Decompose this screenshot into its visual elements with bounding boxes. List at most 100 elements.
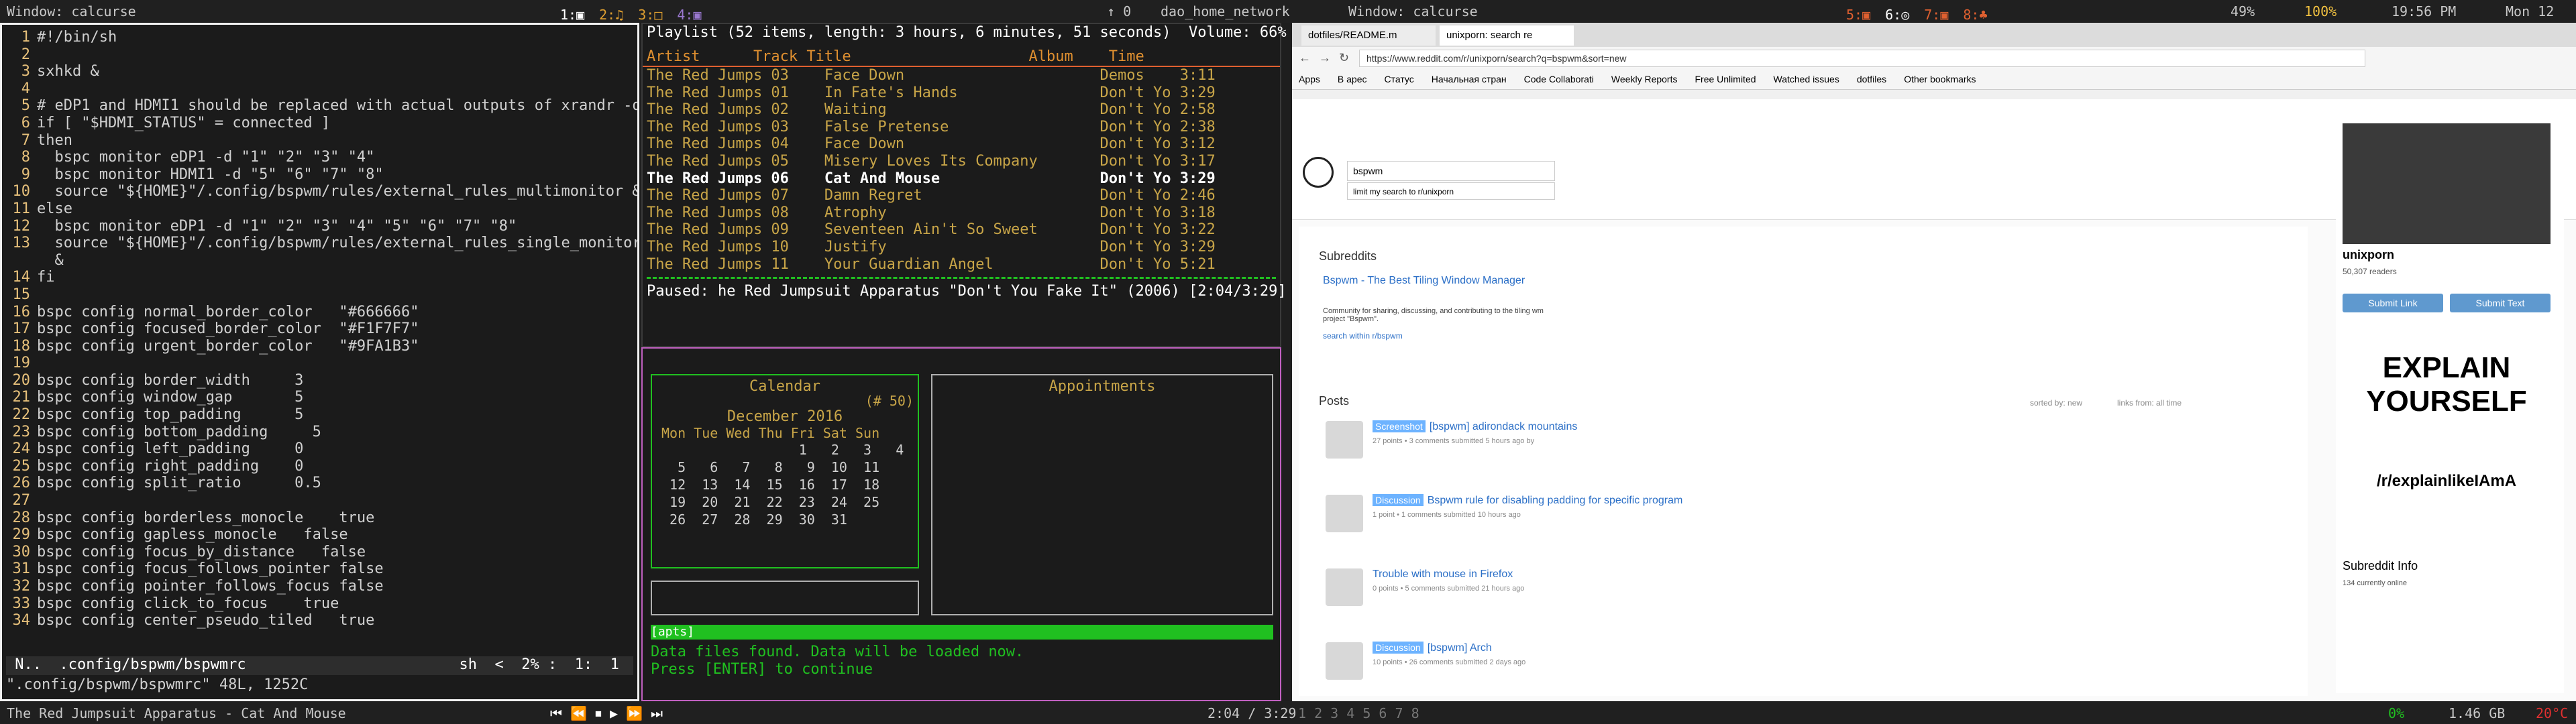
calendar-grid[interactable]: 1 2 3 4 5 6 7 8 9 10 11 12 13 14 15 16 1… [652,441,918,528]
post-thumbnail[interactable] [1326,568,1363,606]
playlist-item[interactable]: The Red Jumps 11 Your Guardian Angel Don… [647,256,1280,274]
vim-line[interactable]: 16 bspc config normal_border_color "#6666… [2,304,637,321]
vim-line[interactable]: 29 bspc config gapless_monocle false [2,526,637,544]
ws-1[interactable]: 1:▣ [560,7,584,23]
playlist-item[interactable]: The Red Jumps 07 Damn Regret Don't Yo 2:… [647,187,1280,204]
post-title-link[interactable]: [bspwm] adirondack mountains [1430,421,1578,432]
bookmarks-bar[interactable]: Apps В арес Статус Начальная стран Code Coll… [1292,70,2576,90]
post-thumbnail[interactable] [1326,421,1363,459]
vim-line[interactable]: 14 fi [2,269,637,286]
vim-line[interactable]: 28 bspc config borderless_monocle true [2,509,637,527]
workspaces[interactable]: 1:▣ 2:♫ 3:□ 4:▣ [560,3,716,23]
vim-line[interactable]: 17 bspc config focused_border_color "#F1F… [2,320,637,338]
vim-line[interactable]: 31 bspc config focus_follows_pointer fals… [2,560,637,578]
vim-line[interactable]: 22 bspc config top_padding 5 [2,406,637,424]
appointments-panel[interactable]: Appointments [931,374,1273,615]
playlist-rows[interactable]: The Red Jumps 03 Face Down Demos 3:11 The… [643,67,1280,273]
vim-line[interactable]: 32 bspc config pointer_follows_focus fals… [2,578,637,595]
playlist-item[interactable]: The Red Jumps 08 Atrophy Don't Yo 3:18 [647,204,1280,222]
submit-link-button[interactable]: Submit Link [2343,294,2443,312]
vim-line[interactable]: 24 bspc config left_padding 0 [2,440,637,458]
playlist-item[interactable]: The Red Jumps 03 False Pretense Don't Yo… [647,119,1280,136]
playlist-item[interactable]: The Red Jumps 01 In Fate's Hands Don't Y… [647,84,1280,102]
bookmark-item[interactable]: Other bookmarks [1904,74,1976,84]
todo-panel[interactable] [651,581,919,615]
calendar-week[interactable]: 12 13 14 15 16 17 18 [661,476,918,493]
sort-selector[interactable]: sorted by: new [2030,398,2082,408]
vim-buffer[interactable]: 1 #!/bin/sh 2 3 sxhkd & 4 5 # eDP1 and HDMI1 sh… [2,29,638,629]
wifi-name[interactable]: dao_home_network [1161,3,1290,19]
vim-line[interactable]: 5 # eDP1 and HDMI1 should be replaced wit… [2,97,637,115]
vim-line[interactable]: 34 bspc config center_pseudo_tiled true [2,612,637,629]
ws-2[interactable]: 2:♫ [599,7,623,23]
media-controls[interactable]: ⏮ ⏪ ⏹ ▶ ⏩ ⏭ [550,705,663,721]
calendar-week[interactable]: 5 6 7 8 9 10 11 [661,459,918,476]
vim-line[interactable]: 20 bspc config border_width 3 [2,372,637,389]
ncmpcpp-playlist[interactable]: Playlist (52 items, length: 3 hours, 6 m… [641,23,1287,347]
workspaces-right[interactable]: 5:▣ 6:◎ 7:▣ 8:♣ [1846,3,2002,23]
reload-icon[interactable]: ↻ [1339,51,1349,65]
limit-search-checkbox[interactable]: limit my search to r/unixporn [1347,182,1555,200]
progress-bar[interactable] [647,277,1276,280]
calendar-panel[interactable]: Calendar (# 50) December 2016 Mon Tue We… [651,374,919,568]
calendar-week[interactable]: 19 20 21 22 23 24 25 [661,493,918,511]
vim-line[interactable]: 1 #!/bin/sh [2,29,637,46]
search-input[interactable]: bspwm [1347,161,1555,181]
calendar-week[interactable]: 26 27 28 29 30 31 [661,511,918,528]
post-thumbnail[interactable] [1326,642,1363,680]
vim-line[interactable]: 21 bspc config window_gap 5 [2,389,637,406]
sr-search-link[interactable]: search within r/bspwm [1323,331,1403,341]
vim-line[interactable]: 8 bspc monitor eDP1 -d "1" "2" "3" "4" [2,149,637,166]
vim-window[interactable]: 1 #!/bin/sh 2 3 sxhkd & 4 5 # eDP1 and HDMI1 sh… [0,23,639,701]
vim-line[interactable]: 18 bspc config urgent_border_color "#9FA1… [2,338,637,355]
ws-5[interactable]: 5:▣ [1846,7,1870,23]
ws-4[interactable]: 4:▣ [677,7,701,23]
bookmark-item[interactable]: Watched issues [1774,74,1839,84]
ws-8[interactable]: 8:♣ [1963,7,1987,23]
sr-title-link[interactable]: Bspwm - The Best Tiling Window Manager [1323,275,1525,287]
tab-unixporn[interactable]: unixporn: search re [1440,25,1574,46]
vim-line[interactable]: 26 bspc config split_ratio 0.5 [2,475,637,492]
calendar-week[interactable]: 1 2 3 4 [661,441,918,459]
vim-line[interactable]: 25 bspc config right_padding 0 [2,458,637,475]
bookmark-item[interactable]: В арес [1338,74,1367,84]
vim-cmdline[interactable]: ".config/bspwm/bspwmrc" 48L, 1252C [6,676,308,694]
back-icon[interactable]: ← [1299,51,1311,65]
vim-line[interactable]: 7 then [2,132,637,149]
vim-line[interactable]: 4 [2,80,637,98]
vim-line[interactable]: 3 sxhkd & [2,63,637,80]
bookmark-item[interactable]: Apps [1299,74,1320,84]
playlist-item[interactable]: The Red Jumps 04 Face Down Don't Yo 3:12 [647,135,1280,153]
vim-line[interactable]: 27 [2,492,637,509]
vim-line[interactable]: 30 bspc config focus_by_distance false [2,544,637,561]
time-filter[interactable]: links from: all time [2117,398,2182,408]
vim-line[interactable]: 33 bspc config click_to_focus true [2,595,637,613]
vim-line[interactable]: 19 [2,355,637,372]
explain-ad[interactable]: EXPLAIN YOURSELF /r/explainlikeIAmA [2343,324,2551,526]
playlist-item[interactable]: The Red Jumps 06 Cat And Mouse Don't Yo … [647,170,1280,188]
vim-line[interactable]: & [2,252,637,269]
playlist-item[interactable]: The Red Jumps 10 Justify Don't Yo 3:29 [647,239,1280,256]
playlist-item[interactable]: The Red Jumps 09 Seventeen Ain't So Swee… [647,221,1280,239]
bookmark-item[interactable]: dotfiles [1857,74,1886,84]
chrome-window[interactable]: dotfiles/README.m unixporn: search re ← … [1292,23,2576,701]
ws-7[interactable]: 7:▣ [1924,7,1948,23]
ws-3[interactable]: 3:□ [638,7,662,23]
desktop-list[interactable]: 1 2 3 4 5 6 7 8 [1298,705,1419,721]
bookmark-item[interactable]: Weekly Reports [1611,74,1678,84]
reddit-logo-icon[interactable] [1303,157,1334,188]
post-title-link[interactable]: Bspwm rule for disabling padding for spe… [1428,495,1683,506]
bookmark-item[interactable]: Free Unlimited [1695,74,1756,84]
vim-line[interactable]: 11 else [2,200,637,218]
bookmark-item[interactable]: Code Collaborati [1524,74,1594,84]
bookmark-item[interactable]: Статус [1385,74,1414,84]
tab-dotfiles[interactable]: dotfiles/README.m [1301,25,1436,46]
ws-6[interactable]: 6:◎ [1885,7,1909,23]
playlist-item[interactable]: The Red Jumps 05 Misery Loves Its Compan… [647,153,1280,170]
bookmark-item[interactable]: Начальная стран [1432,74,1507,84]
playlist-item[interactable]: The Red Jumps 02 Waiting Don't Yo 2:58 [647,101,1280,119]
vim-line[interactable]: 13 source "${HOME}"/.config/bspwm/rules/… [2,235,638,252]
post-title-link[interactable]: Trouble with mouse in Firefox [1373,568,1513,580]
vim-line[interactable]: 10 source "${HOME}"/.config/bspwm/rules/… [2,183,638,200]
submit-text-button[interactable]: Submit Text [2450,294,2551,312]
